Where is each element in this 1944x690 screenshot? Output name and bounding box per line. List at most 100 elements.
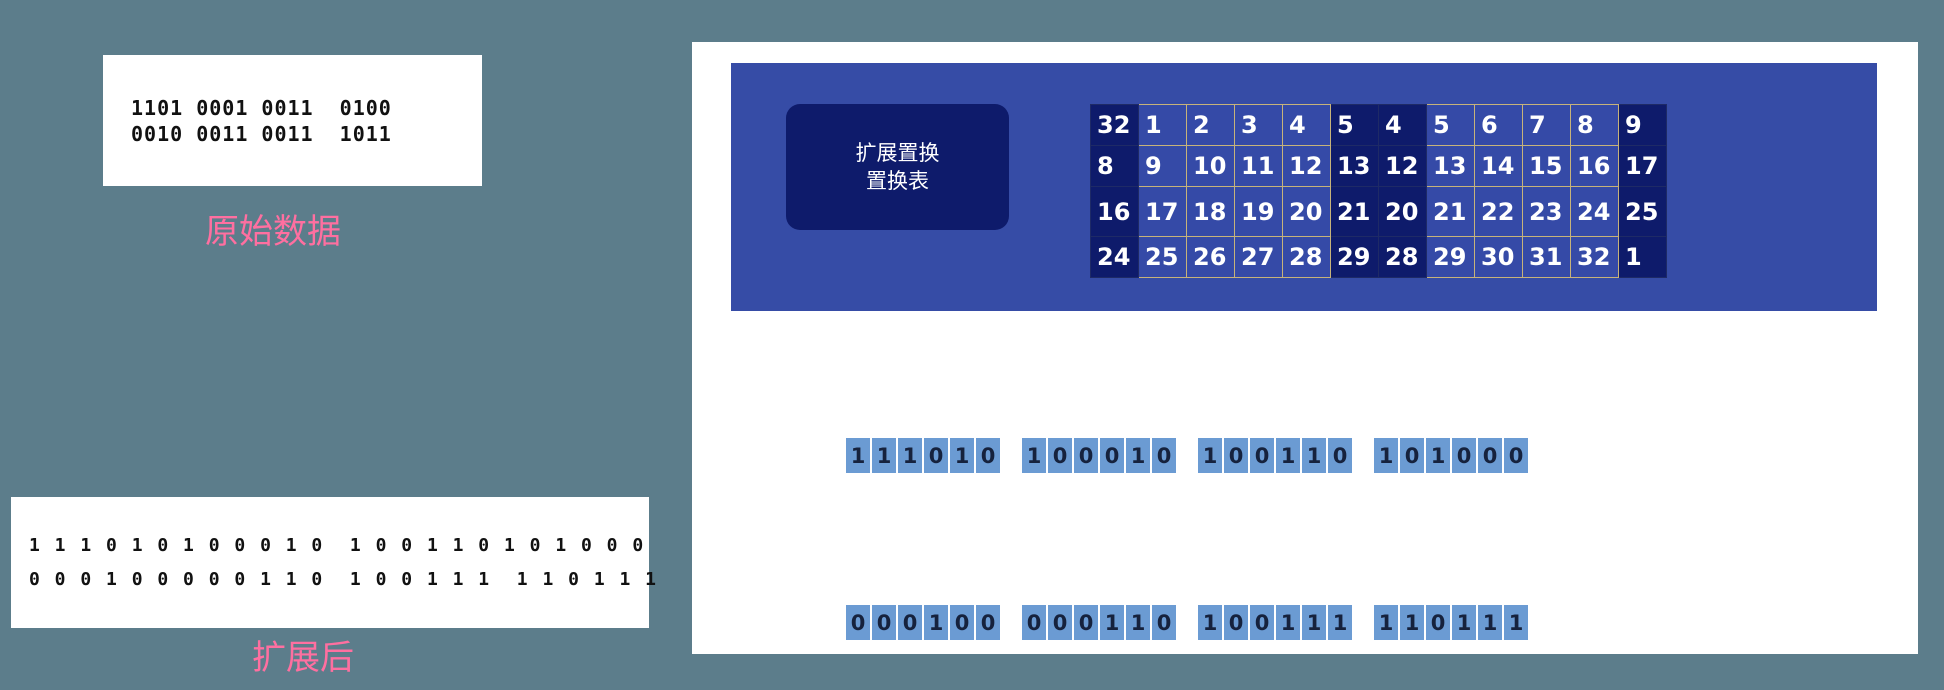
bit-box: 1 (1021, 437, 1047, 474)
bit-box: 1 (1477, 604, 1503, 641)
permutation-table-cell: 25 (1618, 186, 1667, 237)
permutation-table-row: 32 1 2 3 4 5 4 5 6 7 8 9 (1090, 104, 1667, 146)
bit-group: 110111 (1373, 604, 1529, 641)
original-data-card: 1101 0001 0011 0100 0010 0011 0011 1011 (103, 55, 482, 186)
bit-box: 1 (1503, 604, 1529, 641)
original-data-caption: 原始数据 (205, 212, 341, 252)
bit-box: 0 (923, 437, 949, 474)
bit-box: 1 (1373, 604, 1399, 641)
permutation-table-cell: 12 (1378, 145, 1427, 187)
permutation-table-row: 24 25 26 27 28 29 28 29 30 31 32 1 (1090, 236, 1667, 278)
bit-box: 0 (1223, 604, 1249, 641)
permutation-table-row: 8 9 10 11 12 13 12 13 14 15 16 17 (1090, 145, 1667, 187)
bit-box: 0 (1477, 437, 1503, 474)
bit-box: 1 (1125, 437, 1151, 474)
bit-box: 0 (1151, 604, 1177, 641)
permutation-table-cell: 16 (1570, 145, 1619, 187)
bit-box: 0 (1073, 437, 1099, 474)
permutation-table-cell: 25 (1138, 236, 1187, 278)
permutation-table-cell: 26 (1186, 236, 1235, 278)
bit-group: 000110 (1021, 604, 1177, 641)
permutation-table-cell: 24 (1090, 236, 1139, 278)
permutation-table-row: 16 17 18 19 20 21 20 21 22 23 24 25 (1090, 186, 1667, 237)
bit-box: 1 (1197, 604, 1223, 641)
permutation-table-cell: 5 (1330, 104, 1379, 146)
permutation-table-cell: 2 (1186, 104, 1235, 146)
expanded-data-card: 1 1 1 0 1 0 1 0 0 0 1 0 1 0 0 1 1 0 1 0 … (11, 497, 659, 628)
permutation-table-cell: 4 (1378, 104, 1427, 146)
permutation-table-cell: 30 (1474, 236, 1523, 278)
permutation-table-cell: 10 (1186, 145, 1235, 187)
permutation-table-cell: 28 (1378, 236, 1427, 278)
permutation-table-cell: 20 (1378, 186, 1427, 237)
expanded-bits-line-2: 0 0 0 1 0 0 0 0 0 1 1 0 1 0 0 1 1 1 1 1 … (29, 568, 659, 590)
permutation-table-cell: 15 (1522, 145, 1571, 187)
permutation-table-cell: 17 (1618, 145, 1667, 187)
permutation-table-cell: 17 (1138, 186, 1187, 237)
permutation-table-cell: 21 (1330, 186, 1379, 237)
expanded-data-caption: 扩展后 (252, 638, 354, 678)
bit-box: 1 (1373, 437, 1399, 474)
permutation-table-cell: 16 (1090, 186, 1139, 237)
bit-box: 0 (871, 604, 897, 641)
bit-box: 0 (1223, 437, 1249, 474)
bit-box: 0 (1099, 437, 1125, 474)
permutation-table-cell: 27 (1234, 236, 1283, 278)
bit-box: 0 (1399, 437, 1425, 474)
label-title: 扩展置换 (855, 141, 940, 165)
expansion-permutation-label: 扩展置换 置换表 (786, 104, 1009, 230)
bit-box: 1 (1197, 437, 1223, 474)
permutation-table-cell: 21 (1426, 186, 1475, 237)
bit-box: 1 (845, 437, 871, 474)
bit-box: 0 (1503, 437, 1529, 474)
permutation-table-cell: 11 (1234, 145, 1283, 187)
bit-group: 000100 (845, 604, 1001, 641)
permutation-table-cell: 29 (1330, 236, 1379, 278)
bit-group: 111010 (845, 437, 1001, 474)
permutation-table-cell: 9 (1618, 104, 1667, 146)
permutation-table-cell: 20 (1282, 186, 1331, 237)
bit-box: 1 (1425, 437, 1451, 474)
permutation-table-cell: 18 (1186, 186, 1235, 237)
permutation-table-cell: 3 (1234, 104, 1283, 146)
permutation-table-cell: 14 (1474, 145, 1523, 187)
bit-box: 1 (1399, 604, 1425, 641)
bit-box: 0 (1327, 437, 1353, 474)
bit-box: 1 (1301, 604, 1327, 641)
bit-group: 100111 (1197, 604, 1353, 641)
permutation-table-cell: 1 (1618, 236, 1667, 278)
bit-group: 101000 (1373, 437, 1529, 474)
permutation-table-cell: 19 (1234, 186, 1283, 237)
expansion-permutation-panel: 扩展置换 置换表 32 1 2 3 4 5 4 5 6 7 8 9 8 9 10 11 12 13 12 13 14 15… (692, 42, 1918, 654)
permutation-table-cell: 32 (1090, 104, 1139, 146)
bit-box: 0 (975, 437, 1001, 474)
permutation-table-cell: 8 (1570, 104, 1619, 146)
bit-box: 0 (1073, 604, 1099, 641)
permutation-table-band: 扩展置换 置换表 32 1 2 3 4 5 4 5 6 7 8 9 8 9 10 11 12 13 12 13 14 15… (731, 63, 1877, 311)
bit-box: 0 (1047, 604, 1073, 641)
expanded-bits-line-1: 1 1 1 0 1 0 1 0 0 0 1 0 1 0 0 1 1 0 1 0 … (29, 534, 646, 556)
bit-box: 1 (1327, 604, 1353, 641)
bit-box: 1 (871, 437, 897, 474)
bit-box: 1 (923, 604, 949, 641)
original-bits-line-2: 0010 0011 0011 1011 (131, 121, 392, 146)
label-subtitle: 置换表 (866, 169, 929, 193)
bit-box: 0 (1021, 604, 1047, 641)
permutation-table-cell: 7 (1522, 104, 1571, 146)
bit-box: 0 (1047, 437, 1073, 474)
permutation-table-cell: 22 (1474, 186, 1523, 237)
original-bits-line-1: 1101 0001 0011 0100 (131, 95, 392, 120)
permutation-table-cell: 5 (1426, 104, 1475, 146)
bit-box: 1 (949, 437, 975, 474)
bit-box: 0 (1451, 437, 1477, 474)
bit-box: 0 (845, 604, 871, 641)
bit-box: 1 (897, 437, 923, 474)
permutation-table-cell: 28 (1282, 236, 1331, 278)
permutation-table-cell: 12 (1282, 145, 1331, 187)
bit-box: 1 (1301, 437, 1327, 474)
bit-box: 0 (949, 604, 975, 641)
bit-box: 1 (1275, 604, 1301, 641)
permutation-table-cell: 9 (1138, 145, 1187, 187)
permutation-table-cell: 4 (1282, 104, 1331, 146)
permutation-table-cell: 32 (1570, 236, 1619, 278)
